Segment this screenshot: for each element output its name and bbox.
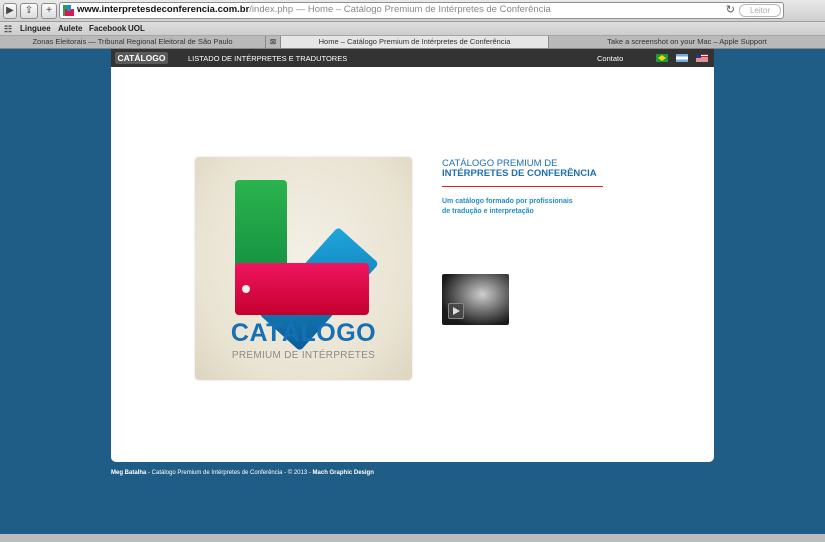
grid-icon[interactable]: ☷ — [4, 24, 12, 35]
footer-author: Meg Batalha — [111, 470, 147, 476]
us-flag-icon[interactable] — [696, 54, 708, 62]
nav-link-directory[interactable]: LISTADO DE INTÉRPRETES E TRADUTORES — [188, 54, 347, 63]
logo-title: CATÁLOGO — [230, 319, 377, 347]
content-panel: CATÁLOGO PREMIUM DE INTÉRPRETES CATÁLOGO… — [111, 67, 714, 462]
catalog-logo-card: CATÁLOGO PREMIUM DE INTÉRPRETES — [195, 157, 412, 380]
browser-tab-active[interactable]: Home – Catálogo Premium de Intérpretes d… — [281, 36, 549, 48]
browser-toolbar: ▶ ⇪ + www.interpretesdeconferencia.com.b… — [0, 0, 825, 22]
page-headline: CATÁLOGO PREMIUM DE INTÉRPRETES DE CONFE… — [442, 159, 604, 179]
site-navbar: CATÁLOGO LISTADO DE INTÉRPRETES E TRADUT… — [111, 49, 714, 67]
bookmark-item[interactable]: UOL — [128, 24, 145, 33]
bookmark-item[interactable]: Linguee — [20, 24, 51, 33]
tab-close-icon[interactable]: ⊠ — [266, 36, 281, 48]
headline-divider — [442, 186, 603, 187]
address-bar[interactable]: www.interpretesdeconferencia.com.br/inde… — [59, 2, 784, 19]
bookmark-item[interactable]: Facebook — [89, 24, 126, 33]
nav-link-contact[interactable]: Contato — [597, 54, 623, 63]
browser-status-bar — [0, 534, 825, 542]
tab-bar: Zonas Eleitorais — Tribunal Regional Ele… — [0, 36, 825, 49]
footer-designer-link[interactable]: Mach Graphic Design — [313, 470, 374, 476]
browser-tab[interactable]: Take a screenshot on your Mac – Apple Su… — [549, 36, 825, 48]
new-tab-button[interactable]: + — [41, 3, 57, 19]
bookmark-item[interactable]: Aulete — [58, 24, 82, 33]
argentina-flag-icon[interactable] — [676, 54, 688, 62]
bookmarks-bar: ☷ Linguee Aulete Facebook UOL — [0, 22, 825, 36]
logo-swatch-red — [235, 263, 369, 315]
reload-icon[interactable]: ↻ — [726, 3, 735, 16]
logo-swatch-hole — [242, 285, 250, 293]
tagline-line2: de tradução e interpretação — [442, 208, 534, 215]
video-thumbnail[interactable] — [442, 274, 509, 325]
headline-line2: INTÉRPRETES DE CONFERÊNCIA — [442, 168, 597, 179]
site-favicon-icon — [63, 5, 74, 16]
reader-button[interactable]: Leitor — [739, 4, 781, 17]
back-icon[interactable]: ▶ — [3, 3, 17, 19]
tagline: Um catálogo formado por profissionais de… — [442, 197, 602, 217]
footer-text: - Catálogo Premium de Intérpretes de Con… — [146, 470, 313, 476]
logo-subtitle: PREMIUM DE INTÉRPRETES — [231, 350, 376, 361]
play-icon[interactable] — [448, 303, 464, 319]
share-icon[interactable]: ⇪ — [20, 3, 38, 19]
tagline-line1: Um catálogo formado por profissionais — [442, 198, 573, 205]
brazil-flag-icon[interactable] — [656, 54, 668, 62]
url-text: www.interpretesdeconferencia.com.br/inde… — [77, 4, 551, 15]
page-footer: Meg Batalha - Catálogo Premium de Intérp… — [111, 470, 374, 476]
browser-tab[interactable]: Zonas Eleitorais — Tribunal Regional Ele… — [0, 36, 266, 48]
nav-logo[interactable]: CATÁLOGO — [115, 52, 168, 64]
